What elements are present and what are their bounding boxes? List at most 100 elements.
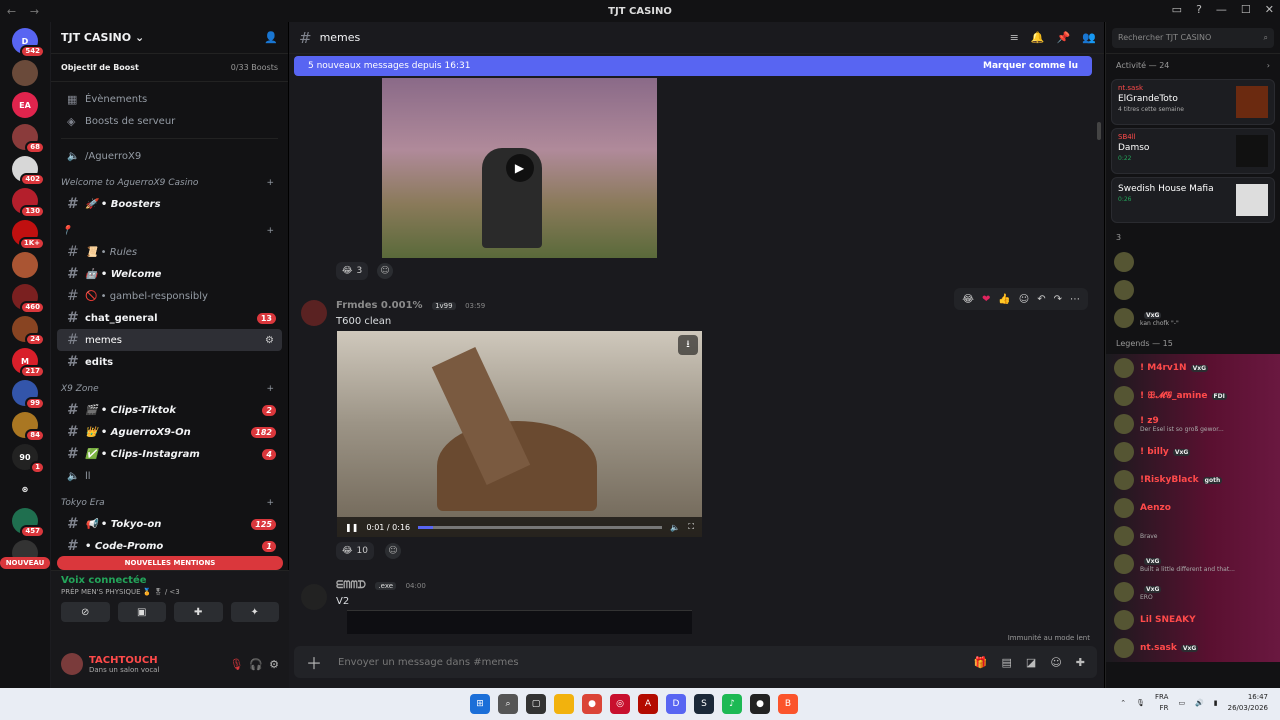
member-row[interactable]: Lil SNEAKY <box>1106 606 1280 634</box>
avatar[interactable] <box>301 300 327 326</box>
video-embed[interactable]: ▶ <box>382 78 657 258</box>
avatar[interactable] <box>61 653 83 675</box>
new-messages-bar[interactable]: 5 nouveaux messages depuis 16:31 Marquer… <box>294 56 1092 76</box>
server-icon[interactable]: EA <box>12 92 38 118</box>
voice-channel[interactable]: 🔈 /AguerroX9 <box>57 145 282 167</box>
guild-header[interactable]: TJT CASINO ⌄ 👤 <box>51 22 288 54</box>
forward-icon[interactable]: ↷ <box>1054 294 1062 305</box>
category-header[interactable]: Welcome to AguerroX9 Casino + <box>51 173 288 193</box>
category-header[interactable]: 📍 + <box>51 221 288 241</box>
author-name[interactable]: Frmdes 0.001% <box>336 300 423 311</box>
reaction-laugh[interactable]: 😂 3 <box>336 262 369 280</box>
add-reaction-icon[interactable]: ☺ <box>377 263 393 279</box>
threads-icon[interactable]: ≡ <box>1010 31 1019 44</box>
member-row[interactable]: ! ꕥ𝓜𝓖_amine FDI <box>1106 382 1280 410</box>
message-author[interactable]: ᗴᗰᗰᗪ .exe 04:00 <box>336 580 426 591</box>
scrollbar[interactable] <box>1097 122 1101 140</box>
member-row[interactable]: Aenzo <box>1106 494 1280 522</box>
add-channel-icon[interactable]: + <box>266 384 274 394</box>
heart-icon[interactable]: ❤ <box>982 294 990 305</box>
clock[interactable]: 16:47 26/03/2026 <box>1228 692 1268 714</box>
channel-clipsinstagram[interactable]: # ✅ • Clips-Instagram 4 <box>57 443 282 465</box>
server-icon[interactable]: 99 <box>12 380 45 410</box>
search-input[interactable]: Rechercher TJT CASINO ⌕ <box>1112 27 1274 48</box>
pin-icon[interactable]: 📌 <box>1057 31 1071 44</box>
minimize-button[interactable]: — <box>1216 3 1227 16</box>
avatar[interactable] <box>301 584 327 610</box>
member-row[interactable]: ! billy VxG <box>1106 438 1280 466</box>
video-player[interactable]: ⭳ ❚❚ 0:01 / 0:16 🔈 ⛶ <box>337 331 702 537</box>
server-icon[interactable]: D 542 <box>12 28 45 58</box>
inbox-icon[interactable]: ▭ <box>1172 3 1182 16</box>
add-channel-icon[interactable]: + <box>266 226 274 236</box>
message-author[interactable]: Frmdes 0.001% 1v99 03:59 <box>336 300 485 311</box>
server-icon[interactable]: 90 1 <box>12 444 45 474</box>
network-icon[interactable]: ▭ <box>1178 699 1185 707</box>
download-icon[interactable]: ⭳ <box>678 335 698 355</box>
bell-icon[interactable]: 🔔 <box>1031 31 1045 44</box>
server-icon[interactable]: 1K+ <box>12 220 45 250</box>
server-icon[interactable]: 457 <box>12 508 45 538</box>
taskbar-app-icon[interactable]: ● <box>582 694 602 714</box>
channel-welcome[interactable]: # 🤖 • Welcome <box>57 263 282 285</box>
activity-header[interactable]: Activité — 24 › <box>1106 54 1280 76</box>
emoji-icon[interactable]: ☺ <box>1050 656 1061 669</box>
add-reaction-icon[interactable]: ☺ <box>385 543 401 559</box>
gif-icon[interactable]: ▤ <box>1002 656 1012 669</box>
add-member-icon[interactable]: 👤 <box>264 31 278 44</box>
taskbar-app-icon[interactable]: ♪ <box>722 694 742 714</box>
play-icon[interactable]: ▶ <box>505 154 534 182</box>
member-row[interactable]: !RiskyBlack goth <box>1106 466 1280 494</box>
taskbar-app-icon[interactable]: ◎ <box>610 694 630 714</box>
language-indicator[interactable]: FRA FR <box>1155 692 1168 714</box>
taskbar-app-icon[interactable]: D <box>666 694 686 714</box>
sticker-icon[interactable]: ◪ <box>1026 656 1036 669</box>
taskbar-app-icon[interactable]: ⊞ <box>470 694 490 714</box>
apps-icon[interactable]: ✚ <box>1076 656 1085 669</box>
channel-ll[interactable]: 🔈 ll <box>57 465 282 487</box>
user-name[interactable]: TACHTOUCH <box>89 655 223 666</box>
voice-channel-name[interactable]: PRÉP MEN'S PHYSIQUE 🏅 🎖 / <3 <box>61 588 279 596</box>
member-row[interactable]: ! M4rv1N VxG <box>1106 354 1280 382</box>
channel-gambelresponsibly[interactable]: # 🚫 • gambel-responsibly <box>57 285 282 307</box>
soundboard-button[interactable]: ✦ <box>230 602 279 622</box>
member-row[interactable]: nt.sask VxG <box>1106 634 1280 662</box>
server-icon[interactable] <box>12 252 38 278</box>
screen-share-button[interactable]: ▣ <box>117 602 166 622</box>
server-icon[interactable]: 402 <box>12 156 45 186</box>
author-name[interactable]: ᗴᗰᗰᗪ <box>336 580 366 591</box>
add-channel-icon[interactable]: + <box>266 178 274 188</box>
message-composer[interactable]: ＋ Envoyer un message dans #memes 🎁 ▤ ◪ ☺… <box>294 646 1097 678</box>
sidebar-item-events[interactable]: ▦ Évènements <box>57 88 282 110</box>
server-icon[interactable]: M 217 <box>12 348 45 378</box>
mic-icon[interactable]: 🎙 <box>1136 699 1145 707</box>
laugh-emoji-icon[interactable]: 😂 <box>962 294 974 305</box>
mark-read-button[interactable]: Marquer comme lu <box>983 61 1078 71</box>
server-icon[interactable]: 68 <box>12 124 45 154</box>
close-button[interactable]: ✕ <box>1265 3 1274 16</box>
members-icon[interactable]: 👥 <box>1082 31 1096 44</box>
channel-chatgeneral[interactable]: # chat_general 13 <box>57 307 282 329</box>
thumbs-up-icon[interactable]: 👍 <box>998 294 1010 305</box>
server-icon[interactable]: 460 <box>12 284 45 314</box>
taskbar-app-icon[interactable]: ▢ <box>526 694 546 714</box>
boost-goal[interactable]: Objectif de Boost 0/33 Boosts <box>51 54 288 82</box>
taskbar-app-icon[interactable]: ⌕ <box>498 694 518 714</box>
channel-tokyoon[interactable]: # 📢 • Tokyo-on 125 <box>57 513 282 535</box>
member-row[interactable]: Brave <box>1106 522 1280 550</box>
member-row[interactable] <box>1106 276 1280 304</box>
add-channel-icon[interactable]: + <box>266 498 274 508</box>
gear-icon[interactable]: ⚙ <box>269 658 279 671</box>
taskbar-app-icon[interactable] <box>554 694 574 714</box>
chevron-up-icon[interactable]: ⌃ <box>1120 699 1126 707</box>
deafen-icon[interactable]: 🎧 <box>249 658 263 671</box>
composer-placeholder[interactable]: Envoyer un message dans #memes <box>338 657 519 668</box>
volume-icon[interactable]: 🔈 <box>670 523 680 532</box>
video-progress[interactable] <box>418 525 663 529</box>
battery-icon[interactable]: ▮ <box>1214 699 1218 707</box>
activity-card[interactable]: Swedish House Mafia 0:26 <box>1111 177 1275 223</box>
channel-boosters[interactable]: # 🚀 • Boosters <box>57 193 282 215</box>
more-icon[interactable]: ⋯ <box>1070 294 1080 305</box>
activities-button[interactable]: ✚ <box>174 602 223 622</box>
pause-icon[interactable]: ❚❚ <box>345 523 358 532</box>
